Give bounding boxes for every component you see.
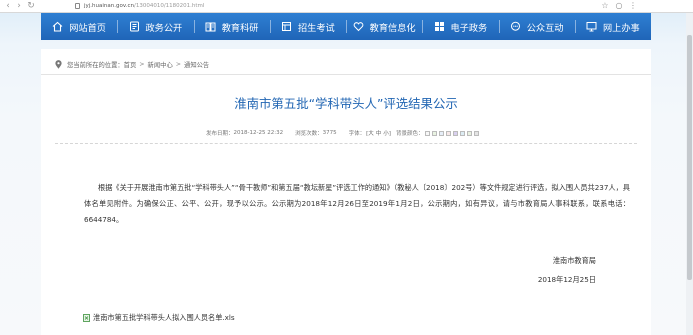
attachment-link[interactable]: 淮南市第五批学科带头人拟入围人员名单.xls	[83, 312, 235, 324]
chat-icon	[510, 21, 521, 32]
signature-org: 淮南市教育局	[552, 256, 596, 265]
url-path: /13004010/1180201.html	[133, 3, 205, 9]
bg-color-swatch-5[interactable]	[453, 130, 459, 136]
nav-item-label: 教育科研	[221, 22, 259, 34]
nav-item-label: 电子政务	[450, 22, 488, 34]
bg-color-swatch-7[interactable]	[467, 130, 473, 136]
nav-item-admission[interactable]: 招生考试	[269, 13, 346, 40]
scrollbar-thumb[interactable]	[687, 35, 692, 280]
bg-color-swatches	[423, 130, 480, 136]
lock-icon	[75, 3, 80, 9]
article-body: 根据《关于开展淮南市第五批“学科带头人”“骨干教师”和第五届“教坛新星”评选工作…	[84, 183, 630, 224]
breadcrumb-home[interactable]: 首页	[124, 60, 137, 69]
nav-item-research[interactable]: 教育科研	[193, 13, 270, 40]
back-arrow-icon[interactable]: ‹	[3, 0, 13, 12]
font-size-label: 字体：	[348, 131, 366, 137]
list-icon	[129, 21, 140, 32]
breadcrumb-news[interactable]: 新闻中心	[148, 60, 173, 69]
grid-icon	[434, 21, 445, 32]
nav-item-informatization[interactable]: 教育信息化	[346, 13, 422, 40]
meta-divider	[55, 143, 637, 145]
font-size-medium[interactable]: 中	[376, 129, 382, 137]
article-card: 您当前所在的位置： 首页 > 新闻中心 > 通知公告 淮南市第五批“学科带头人”…	[41, 49, 651, 335]
url-text[interactable]: jyj.huainan.gov.cn/13004010/1180201.html	[84, 0, 204, 12]
monitor-icon	[586, 21, 597, 32]
divider	[41, 74, 651, 75]
forward-arrow-icon[interactable]: ›	[14, 0, 24, 12]
heart-icon	[353, 21, 364, 32]
bg-color-swatch-2[interactable]	[432, 130, 438, 136]
font-size-small[interactable]: 小]	[383, 129, 391, 137]
nav-item-interaction[interactable]: 公众互动	[498, 13, 575, 40]
bg-color-swatch-6[interactable]	[460, 130, 466, 136]
signature-date: 2018年12月25日	[537, 275, 596, 284]
breadcrumb-prefix: 您当前所在的位置：	[67, 61, 124, 69]
nav-item-e-gov[interactable]: 电子政务	[422, 13, 498, 40]
views-label: 浏览次数：	[295, 131, 323, 137]
bg-color-swatch-8[interactable]	[474, 130, 480, 136]
published-date: 2018-12-25 22:32	[233, 130, 284, 136]
nav-item-label: 公众互动	[526, 22, 564, 34]
more-icon[interactable]: ⋮	[628, 0, 638, 12]
nav-item-label: 网站首页	[69, 22, 106, 34]
nav-item-online-service[interactable]: 网上办事	[574, 13, 651, 40]
nav-item-label: 教育信息化	[369, 22, 416, 34]
breadcrumb-separator: >	[175, 60, 182, 68]
published-label: 发布日期：	[206, 131, 234, 137]
font-size-large[interactable]: [大	[366, 129, 374, 137]
bg-color-swatch-4[interactable]	[446, 130, 452, 136]
nav-item-label: 招生考试	[298, 22, 335, 34]
nav-item-label: 政务公开	[145, 22, 183, 34]
home-icon	[52, 21, 63, 32]
view-count: 3775	[322, 130, 337, 136]
location-pin-icon	[55, 59, 62, 69]
attachment-name: 淮南市第五批学科带头人拟入围人员名单.xls	[93, 313, 235, 322]
url-domain: jyj.huainan.gov.cn	[84, 3, 134, 9]
breadcrumb: 您当前所在的位置： 首页 > 新闻中心 > 通知公告	[55, 58, 209, 70]
book-icon	[205, 21, 216, 32]
nav-item-gov-affairs[interactable]: 政务公开	[117, 13, 193, 40]
star-icon[interactable]: ☆	[600, 0, 610, 12]
exam-icon	[281, 21, 292, 32]
user-icon[interactable]: ○	[614, 0, 624, 12]
article-title: 淮南市第五批“学科带头人”评选结果公示	[234, 96, 458, 111]
nav-item-home[interactable]: 网站首页	[41, 13, 117, 40]
bg-color-label: 背景颜色：	[395, 131, 424, 137]
excel-file-icon	[83, 314, 90, 322]
breadcrumb-notices[interactable]: 通知公告	[184, 60, 209, 69]
breadcrumb-separator: >	[139, 60, 145, 68]
bg-color-swatch-1[interactable]	[425, 130, 431, 136]
nav-item-label: 网上办事	[603, 22, 640, 34]
main-nav: 网站首页 政务公开 教育科研 招生考试 教育信息化 电子政务 公众互动 网上办事	[41, 13, 651, 40]
reload-icon[interactable]: ↻	[26, 0, 36, 12]
article-meta: 发布日期： 2018-12-25 22:32 浏览次数： 3775 字体： [大…	[206, 128, 480, 138]
page-scrollbar[interactable]	[686, 13, 693, 335]
bg-color-swatch-3[interactable]	[439, 130, 445, 136]
browser-address-bar: ‹ › ↻ jyj.huainan.gov.cn/13004010/118020…	[0, 0, 693, 13]
